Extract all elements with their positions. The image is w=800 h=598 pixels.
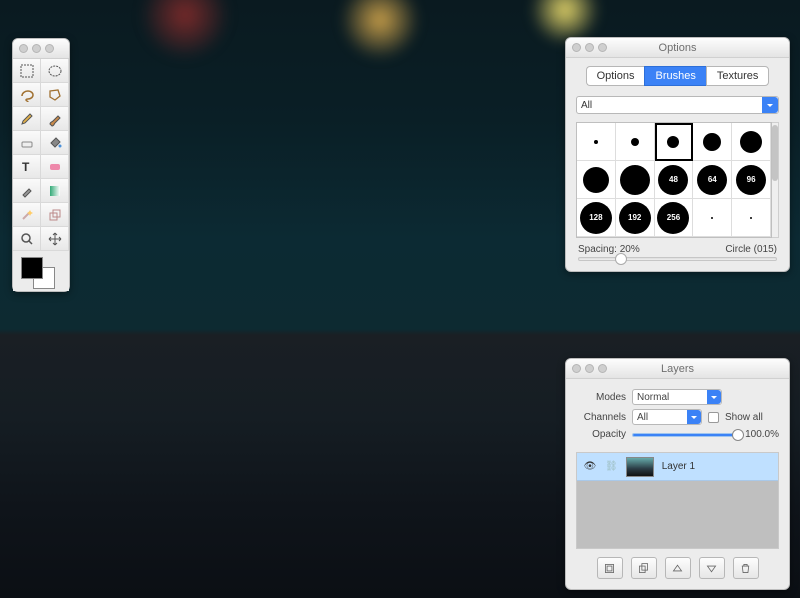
tab-options[interactable]: Options <box>586 66 645 86</box>
brush-preset[interactable] <box>616 123 655 161</box>
options-panel: Options OptionsBrushesTextures All 48649… <box>565 37 790 272</box>
tool-eyedropper[interactable] <box>13 179 41 203</box>
brush-preset[interactable] <box>616 161 655 199</box>
options-tabs: OptionsBrushesTextures <box>566 66 789 86</box>
tool-brush[interactable] <box>41 107 69 131</box>
brush-preset[interactable] <box>655 123 694 161</box>
tool-text[interactable]: T <box>13 155 41 179</box>
brush-grid: 486496 128192256 <box>576 122 772 238</box>
tool-pencil[interactable] <box>13 107 41 131</box>
link-icon[interactable]: ⛓ <box>605 461 618 472</box>
brush-preset[interactable] <box>577 161 616 199</box>
tool-smudge[interactable] <box>41 155 69 179</box>
brush-preset[interactable]: 96 <box>732 161 771 199</box>
eye-icon[interactable]: 👁 <box>583 461 597 472</box>
brush-preset[interactable] <box>693 123 732 161</box>
layer-up-button[interactable] <box>665 557 691 579</box>
tool-move[interactable] <box>41 227 69 251</box>
brush-category-dropdown[interactable]: All <box>576 96 779 114</box>
opacity-slider[interactable] <box>632 433 739 437</box>
foreground-color-swatch[interactable] <box>21 257 43 279</box>
modes-value: Normal <box>637 392 669 403</box>
delete-layer-button[interactable] <box>733 557 759 579</box>
brush-name-label: Circle (015) <box>725 244 777 255</box>
tool-lasso[interactable] <box>13 83 41 107</box>
tab-brushes[interactable]: Brushes <box>644 66 705 86</box>
layer-down-button[interactable] <box>699 557 725 579</box>
tool-ellipse-select[interactable] <box>41 59 69 83</box>
brush-category-value: All <box>581 100 592 111</box>
channels-dropdown[interactable]: All <box>632 409 702 425</box>
modes-dropdown[interactable]: Normal <box>632 389 722 405</box>
spacing-slider[interactable] <box>578 257 777 261</box>
spacing-slider-knob[interactable] <box>615 253 627 265</box>
chevron-down-icon <box>707 390 721 404</box>
brush-preset[interactable] <box>577 123 616 161</box>
toolbox-titlebar[interactable] <box>13 39 69 59</box>
brush-preset[interactable]: 128 <box>577 199 616 237</box>
tool-clone[interactable] <box>41 203 69 227</box>
close-icon[interactable] <box>19 44 28 53</box>
tool-eraser[interactable] <box>13 131 41 155</box>
options-titlebar[interactable]: Options <box>566 38 789 58</box>
tool-wand[interactable] <box>13 203 41 227</box>
chevron-down-icon <box>762 97 778 113</box>
svg-text:T: T <box>22 160 30 174</box>
modes-label: Modes <box>576 392 626 403</box>
channels-value: All <box>637 412 648 423</box>
options-title: Options <box>566 42 789 54</box>
opacity-label: Opacity <box>576 429 626 440</box>
brush-preset[interactable] <box>693 199 732 237</box>
brush-preset[interactable]: 64 <box>693 161 732 199</box>
tool-poly-lasso[interactable] <box>41 83 69 107</box>
spacing-label: Spacing: 20% <box>578 244 640 255</box>
tool-rect-select[interactable] <box>13 59 41 83</box>
showall-checkbox[interactable] <box>708 412 719 423</box>
brush-preset[interactable] <box>732 199 771 237</box>
brush-preset[interactable]: 48 <box>655 161 694 199</box>
layers-titlebar[interactable]: Layers <box>566 359 789 379</box>
layer-list: 👁 ⛓ Layer 1 <box>576 452 779 549</box>
new-layer-button[interactable] <box>597 557 623 579</box>
layers-title: Layers <box>566 363 789 375</box>
layers-panel: Layers Modes Normal Channels All Show al… <box>565 358 790 590</box>
brush-scrollbar[interactable] <box>772 122 779 238</box>
showall-label: Show all <box>725 412 763 423</box>
brush-preset[interactable]: 256 <box>655 199 694 237</box>
tool-zoom[interactable] <box>13 227 41 251</box>
opacity-value: 100.0% <box>745 429 779 440</box>
color-swatches <box>13 251 69 291</box>
toolbox-panel: T <box>12 38 70 292</box>
tool-gradient[interactable] <box>41 179 69 203</box>
layer-thumbnail <box>626 457 654 477</box>
opacity-slider-knob[interactable] <box>732 429 744 441</box>
duplicate-layer-button[interactable] <box>631 557 657 579</box>
layer-row[interactable]: 👁 ⛓ Layer 1 <box>577 453 778 481</box>
layer-name: Layer 1 <box>662 461 695 472</box>
minimize-icon[interactable] <box>32 44 41 53</box>
brush-preset[interactable]: 192 <box>616 199 655 237</box>
tab-textures[interactable]: Textures <box>706 66 770 86</box>
tool-bucket[interactable] <box>41 131 69 155</box>
brush-preset[interactable] <box>732 123 771 161</box>
zoom-icon[interactable] <box>45 44 54 53</box>
chevron-down-icon <box>687 410 701 424</box>
channels-label: Channels <box>576 412 626 423</box>
